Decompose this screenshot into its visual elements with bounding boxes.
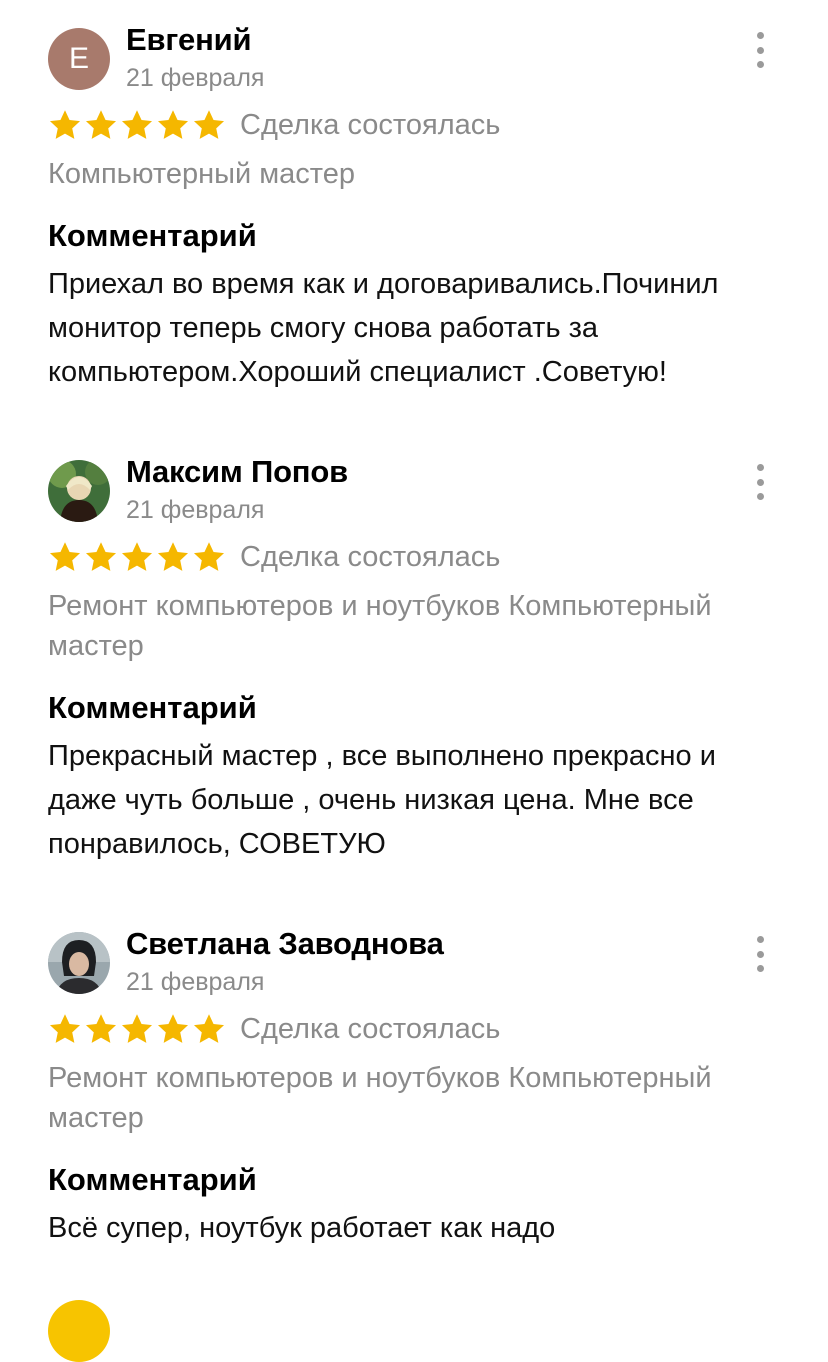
deal-status: Сделка состоялась (240, 540, 501, 573)
service-category: Ремонт компьютеров и ноутбуков Компьютер… (48, 1062, 712, 1134)
star-icon (85, 1014, 117, 1043)
reviewer-name[interactable]: Светлана Заводнова (126, 926, 444, 962)
rating-row: Сделка состоялась (48, 540, 500, 574)
star-icon (85, 542, 117, 571)
reviewer-name[interactable]: Евгений (126, 22, 252, 58)
avatar[interactable] (48, 1300, 110, 1362)
avatar-letter: Е (68, 42, 89, 75)
review-date: 21 февраля (126, 968, 265, 996)
star-icon (121, 1014, 153, 1043)
service-category: Компьютерный мастер (48, 158, 355, 190)
deal-status: Сделка состоялась (240, 108, 501, 141)
deal-status: Сделка состоялась (240, 1012, 501, 1045)
service-category: Ремонт компьютеров и ноутбуков Компьютер… (48, 590, 712, 662)
star-icon (193, 1014, 225, 1043)
star-rating (48, 1012, 228, 1046)
star-icon (49, 542, 81, 571)
comment-text: Приехал во время как и договаривались.По… (48, 268, 719, 388)
star-icon (157, 1014, 189, 1043)
avatar-photo (48, 932, 110, 994)
avatar[interactable] (48, 460, 110, 522)
review-date: 21 февраля (126, 496, 265, 524)
star-icon (157, 110, 189, 139)
comment-text: Прекрасный мастер , все выполнено прекра… (48, 740, 716, 860)
star-rating (48, 540, 228, 574)
rating-row: Сделка состоялась (48, 108, 500, 142)
more-options-icon[interactable] (748, 30, 772, 70)
reviewer-name[interactable]: Максим Попов (126, 454, 348, 490)
comment-heading: Комментарий (48, 218, 257, 253)
star-icon (157, 542, 189, 571)
star-icon (193, 110, 225, 139)
star-icon (121, 110, 153, 139)
avatar-photo (48, 460, 110, 522)
star-icon (85, 110, 117, 139)
rating-row: Сделка состоялась (48, 1012, 500, 1046)
more-options-icon[interactable] (748, 462, 772, 502)
more-options-icon[interactable] (748, 934, 772, 974)
avatar[interactable]: Е (48, 28, 110, 90)
review-date: 21 февраля (126, 64, 265, 92)
star-icon (121, 542, 153, 571)
avatar[interactable] (48, 932, 110, 994)
comment-heading: Комментарий (48, 690, 257, 725)
star-icon (49, 1014, 81, 1043)
star-icon (193, 542, 225, 571)
comment-heading: Комментарий (48, 1162, 257, 1197)
comment-text: Всё супер, ноутбук работает как надо (48, 1212, 556, 1244)
star-rating (48, 108, 228, 142)
star-icon (49, 110, 81, 139)
